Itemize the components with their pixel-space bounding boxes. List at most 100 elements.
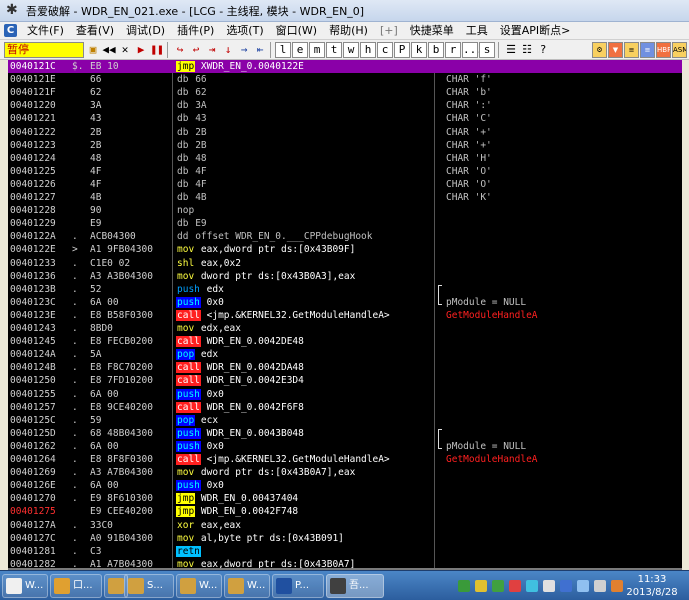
tray-icon[interactable] [526,580,538,592]
disasm-row[interactable]: 0040124A. 5A pop edx [8,348,682,361]
menu-view[interactable]: 查看(V) [70,22,120,40]
disasm-row[interactable]: 00401229 E9 db E9 [8,217,682,230]
hardware-breakpoint-icon[interactable]: HBP [656,42,671,58]
clock[interactable]: 11:33 2013/8/28 [624,573,680,599]
disassembly-pane[interactable]: 0040121C $. EB 10 jmp XWDR_EN_0.0040122E 004… [8,60,682,570]
disasm-row[interactable]: 0040124B. E8 F8C70200 call WDR_EN_0.0042DA… [8,361,682,374]
disasm-row[interactable]: 00401233. C1E0 02 shl eax,0x2 [8,257,682,270]
disasm-row[interactable]: 00401221 43 db 43 CHAR 'C' [8,112,682,125]
disasm-row[interactable]: 0040121E 66 db 66 CHAR 'f' [8,73,682,86]
menu-plus[interactable]: [+] [374,22,404,40]
disasm-row[interactable]: 00401281. C3 retn [8,545,682,558]
references-button[interactable]: r [445,41,461,58]
threads-button[interactable]: t [326,41,342,58]
disasm-row[interactable]: 0040123B. 52 push edx [8,283,682,296]
grid-icon[interactable]: ☷ [520,42,534,58]
tray-icon[interactable] [611,580,623,592]
trace-over-icon[interactable]: ↓ [221,42,235,58]
disasm-row[interactable]: 00401220 3A db 3A CHAR ':' [8,99,682,112]
disasm-row[interactable]: 00401245. E8 FECB0200 call WDR_EN_0.0042DE… [8,335,682,348]
disasm-row[interactable]: 00401264. E8 8F8F0300 call <jmp.&KERNEL32.… [8,453,682,466]
plugin-menu-icon[interactable]: ≡ [624,42,639,58]
menu-help[interactable]: 帮助(H) [323,22,374,40]
disasm-row[interactable]: 00401243. 8BD0 mov edx,eax [8,322,682,335]
windows-button[interactable]: w [343,41,359,58]
disasm-row[interactable]: 0040122A. ACB04300 dd offset WDR_EN_0.___C… [8,230,682,243]
taskbar-button[interactable]: W... [224,574,270,598]
disasm-row[interactable]: 00401262. 6A 00 push 0x0 pModule = NULL [8,440,682,453]
source-button[interactable]: s [479,41,495,58]
disasm-row[interactable]: 0040122E > A1 9FB04300 mov eax,dword ptr ds… [8,243,682,256]
tray-icon[interactable] [543,580,555,592]
menu-shortcuts[interactable]: 快捷菜单 [404,22,460,40]
disasm-row[interactable]: 0040121F 62 db 62 CHAR 'b' [8,86,682,99]
patches-button[interactable]: P [394,41,410,58]
disasm-row[interactable]: 0040126E. 6A 00 push 0x0 [8,479,682,492]
tray-icon[interactable] [475,580,487,592]
menu-plugins[interactable]: 插件(P) [171,22,220,40]
menu-debug[interactable]: 调试(D) [120,22,171,40]
run-trace-button[interactable]: ... [462,41,483,58]
disasm-row[interactable]: 0040121C $. EB 10 jmp XWDR_EN_0.0040122E [8,60,682,74]
disasm-row[interactable]: 00401226 4F db 4F CHAR 'O' [8,178,682,191]
close-icon[interactable]: ✕ [118,42,132,58]
disasm-row[interactable]: 00401227 4B db 4B CHAR 'K' [8,191,682,204]
taskbar-button[interactable]: W... [2,574,48,598]
trace-into-icon[interactable]: ⇥ [205,42,219,58]
rewind-icon[interactable]: ◀◀ [102,42,116,58]
assembler-icon[interactable]: ASM [672,42,687,58]
menu-tools[interactable]: 工具 [460,22,494,40]
help-icon[interactable]: ? [536,42,550,58]
go-to-icon[interactable]: ⇤ [253,42,267,58]
step-into-icon[interactable]: ↪ [173,42,187,58]
disasm-row[interactable]: 0040125C. 59 pop ecx [8,414,682,427]
open-icon[interactable]: ▣ [86,42,100,58]
log-window-button[interactable]: l [275,41,291,58]
disasm-row[interactable]: 0040123E. E8 B58F0300 call <jmp.&KERNEL32.… [8,309,682,322]
disasm-row[interactable]: 00401236. A3 A3B04300 mov dword ptr ds:[0x… [8,270,682,283]
cpu-button[interactable]: c [377,41,393,58]
pause-icon[interactable]: ❚❚ [150,42,164,58]
step-over-icon[interactable]: ↩ [189,42,203,58]
disasm-row[interactable]: 00401270. E9 8F610300 jmp WDR_EN_0.0043740… [8,492,682,505]
disasm-row[interactable]: 00401250. E8 7FD10200 call WDR_EN_0.0042E3… [8,374,682,387]
run-icon[interactable]: ▶ [134,42,148,58]
menu-file[interactable]: 文件(F) [21,22,70,40]
disasm-row[interactable]: 0040127C. A0 91B04300 mov al,byte ptr ds:[… [8,532,682,545]
taskbar-button[interactable]: S... [124,574,174,598]
disasm-row[interactable]: 00401269. A3 A7B04300 mov dword ptr ds:[0x… [8,466,682,479]
disasm-row[interactable]: 00401224 48 db 48 CHAR 'H' [8,152,682,165]
menu-window[interactable]: 窗口(W) [270,22,323,40]
memory-map-button[interactable]: m [309,41,325,58]
disasm-row[interactable]: 0040123C. 6A 00 push 0x0 pModule = NULL [8,296,682,309]
taskbar-button[interactable]: W... [176,574,222,598]
handles-button[interactable]: h [360,41,376,58]
call-stack-button[interactable]: k [411,41,427,58]
taskbar-button[interactable]: 吾... [326,574,384,598]
execute-till-return-icon[interactable]: → [237,42,251,58]
plugin-list-icon[interactable]: ≡ [640,42,655,58]
disasm-row[interactable]: 00401228 90 nop [8,204,682,217]
taskbar-button[interactable]: 口... [50,574,102,598]
executable-modules-button[interactable]: e [292,41,308,58]
disasm-row[interactable]: 0040127A. 33C0 xor eax,eax [8,519,682,532]
disasm-row[interactable]: 00401222 2B db 2B CHAR '+' [8,126,682,139]
taskbar-button[interactable]: P... [272,574,324,598]
disasm-row[interactable]: 00401223 2B db 2B CHAR '+' [8,139,682,152]
disasm-row[interactable]: 00401255. 6A 00 push 0x0 [8,388,682,401]
tray-icon[interactable] [577,580,589,592]
disasm-row[interactable]: 00401225 4F db 4F CHAR 'O' [8,165,682,178]
list-icon[interactable]: ☰ [504,42,518,58]
disasm-row[interactable]: 00401257. E8 9CE40200 call WDR_EN_0.0042F6… [8,401,682,414]
plugin-settings-icon[interactable]: ⚙ [592,42,607,58]
plugin-down-icon[interactable]: ▼ [608,42,623,58]
tray-icon[interactable] [492,580,504,592]
tray-icon[interactable] [560,580,572,592]
tray-icon[interactable] [458,580,470,592]
disasm-row[interactable]: 0040125D. 68 48B04300 push WDR_EN_0.0043B0… [8,427,682,440]
tray-icon[interactable] [509,580,521,592]
tray-icon[interactable] [594,580,606,592]
menu-api-breakpoints[interactable]: 设置API断点> [494,22,577,40]
menu-options[interactable]: 选项(T) [220,22,269,40]
disasm-row[interactable]: 00401275 E9 CEE40200 jmp WDR_EN_0.0042F748 [8,505,682,518]
